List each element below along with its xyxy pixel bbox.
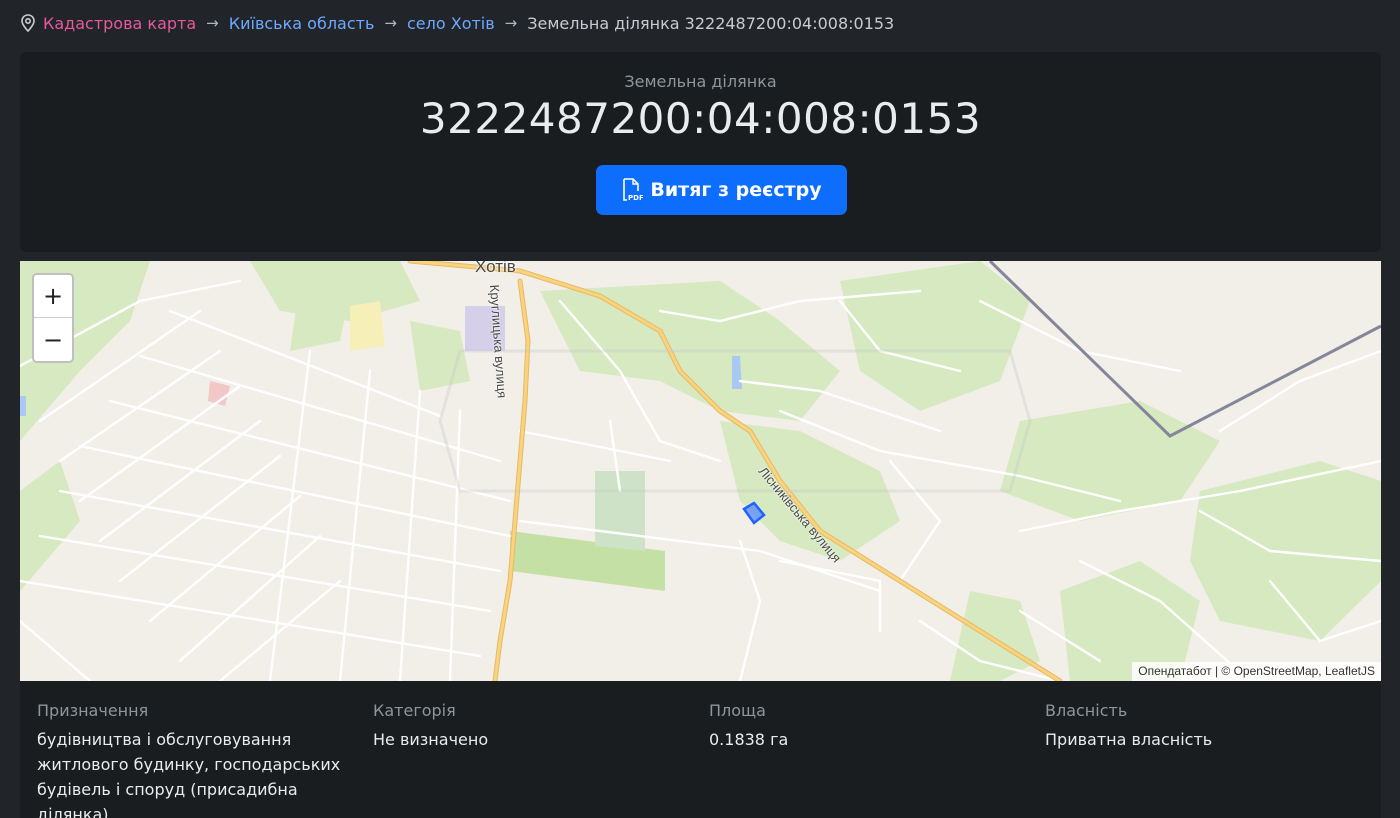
arrow-right-icon: → <box>206 14 219 32</box>
detail-label: Площа <box>709 701 766 720</box>
breadcrumb-region-link[interactable]: Київська область <box>229 14 375 33</box>
detail-category: Категорія Не визначено <box>373 701 693 752</box>
breadcrumb-current: Земельна ділянка 3222487200:04:008:0153 <box>527 13 895 33</box>
parcel-header: Земельна ділянка 3222487200:04:008:0153 … <box>20 52 1381 252</box>
registry-extract-button[interactable]: PDF Витяг з реєстру <box>596 165 847 215</box>
arrow-right-icon: → <box>504 14 518 32</box>
zoom-control: + − <box>32 273 74 363</box>
detail-value: Не визначено <box>373 730 489 749</box>
detail-area: Площа 0.1838 га <box>709 701 1029 752</box>
zoom-out-button[interactable]: − <box>34 318 72 361</box>
zoom-in-button[interactable]: + <box>34 275 72 318</box>
breadcrumb: Кадастрова карта → Київська область → се… <box>20 11 894 35</box>
map-attribution: Опендатабот | © OpenStreetMap, LeafletJS <box>1132 662 1381 681</box>
detail-value: Приватна власність <box>1045 730 1213 749</box>
place-label: Хотів <box>475 261 516 276</box>
cadastral-map[interactable]: Хотів Круглицька вулиця Лісниківська вул… <box>20 261 1381 681</box>
page-subtitle: Земельна ділянка <box>624 72 777 91</box>
pdf-file-icon: PDF <box>621 178 643 202</box>
svg-text:PDF: PDF <box>628 194 643 202</box>
parcel-details: Призначення будівництва і обслуговування… <box>20 681 1381 818</box>
breadcrumb-village-link[interactable]: село Хотів <box>407 14 495 33</box>
detail-label: Призначення <box>37 701 149 720</box>
map-tiles[interactable] <box>20 261 1381 681</box>
registry-extract-label: Витяг з реєстру <box>650 179 822 201</box>
detail-value: будівництва і обслуговування житлового б… <box>37 730 341 818</box>
detail-purpose: Призначення будівництва і обслуговування… <box>37 701 357 818</box>
admin-boundary <box>988 261 1381 438</box>
pond <box>20 396 26 416</box>
detail-ownership: Власність Приватна власність <box>1045 701 1365 752</box>
arrow-right-icon: → <box>384 14 397 32</box>
page-title: 3222487200:04:008:0153 <box>419 94 982 143</box>
detail-label: Власність <box>1045 701 1128 720</box>
detail-value: 0.1838 га <box>709 730 789 749</box>
green-areas <box>20 261 1381 681</box>
yellow-area <box>350 301 385 351</box>
detail-label: Категорія <box>373 701 456 720</box>
map-pin-icon <box>20 14 36 32</box>
breadcrumb-home-link[interactable]: Кадастрова карта <box>43 14 196 33</box>
